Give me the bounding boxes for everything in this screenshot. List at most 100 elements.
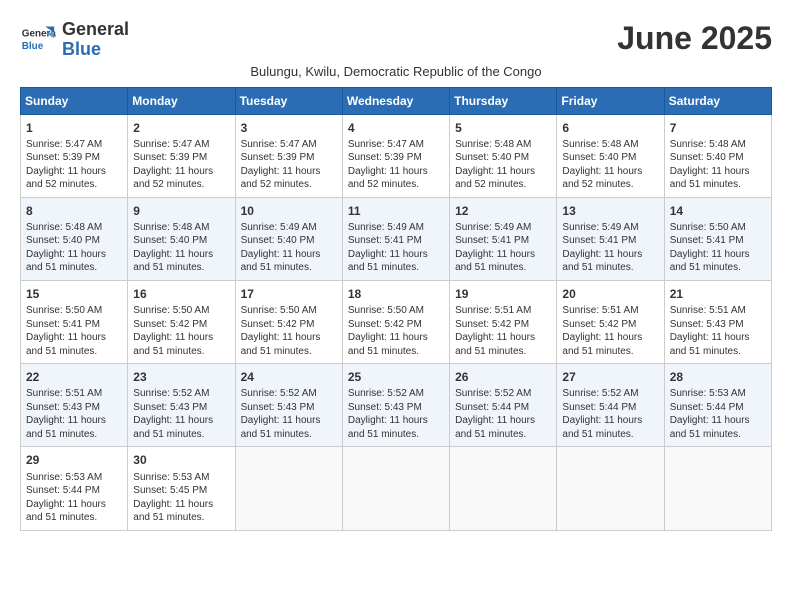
header-row: Sunday Monday Tuesday Wednesday Thursday… bbox=[21, 87, 772, 114]
day-number: 24 bbox=[241, 369, 337, 385]
empty-cell bbox=[235, 447, 342, 530]
day-cell: 25 Sunrise: 5:52 AMSunset: 5:43 PMDaylig… bbox=[342, 364, 449, 447]
day-cell: 7 Sunrise: 5:48 AMSunset: 5:40 PMDayligh… bbox=[664, 114, 771, 197]
day-info: Sunrise: 5:51 AMSunset: 5:43 PMDaylight:… bbox=[26, 387, 122, 441]
logo-general: General bbox=[62, 19, 129, 39]
table-row: 29 Sunrise: 5:53 AMSunset: 5:44 PMDaylig… bbox=[21, 447, 772, 530]
col-thursday: Thursday bbox=[450, 87, 557, 114]
logo-blue: Blue bbox=[62, 39, 101, 59]
day-info: Sunrise: 5:49 AMSunset: 5:41 PMDaylight:… bbox=[562, 221, 658, 275]
day-number: 27 bbox=[562, 369, 658, 385]
day-info: Sunrise: 5:53 AMSunset: 5:44 PMDaylight:… bbox=[26, 471, 122, 525]
day-info: Sunrise: 5:47 AMSunset: 5:39 PMDaylight:… bbox=[241, 138, 337, 192]
day-cell: 22 Sunrise: 5:51 AMSunset: 5:43 PMDaylig… bbox=[21, 364, 128, 447]
day-number: 8 bbox=[26, 203, 122, 219]
day-info: Sunrise: 5:49 AMSunset: 5:41 PMDaylight:… bbox=[455, 221, 551, 275]
day-info: Sunrise: 5:52 AMSunset: 5:43 PMDaylight:… bbox=[133, 387, 229, 441]
day-number: 26 bbox=[455, 369, 551, 385]
month-title: June 2025 bbox=[617, 20, 772, 57]
day-number: 14 bbox=[670, 203, 766, 219]
day-info: Sunrise: 5:52 AMSunset: 5:43 PMDaylight:… bbox=[241, 387, 337, 441]
day-info: Sunrise: 5:48 AMSunset: 5:40 PMDaylight:… bbox=[26, 221, 122, 275]
day-cell: 18 Sunrise: 5:50 AMSunset: 5:42 PMDaylig… bbox=[342, 280, 449, 363]
day-info: Sunrise: 5:47 AMSunset: 5:39 PMDaylight:… bbox=[133, 138, 229, 192]
day-info: Sunrise: 5:48 AMSunset: 5:40 PMDaylight:… bbox=[455, 138, 551, 192]
day-cell: 29 Sunrise: 5:53 AMSunset: 5:44 PMDaylig… bbox=[21, 447, 128, 530]
logo-icon: General Blue bbox=[20, 22, 56, 58]
day-info: Sunrise: 5:50 AMSunset: 5:41 PMDaylight:… bbox=[26, 304, 122, 358]
day-number: 15 bbox=[26, 286, 122, 302]
table-row: 8 Sunrise: 5:48 AMSunset: 5:40 PMDayligh… bbox=[21, 197, 772, 280]
day-cell: 17 Sunrise: 5:50 AMSunset: 5:42 PMDaylig… bbox=[235, 280, 342, 363]
day-info: Sunrise: 5:48 AMSunset: 5:40 PMDaylight:… bbox=[133, 221, 229, 275]
day-cell: 27 Sunrise: 5:52 AMSunset: 5:44 PMDaylig… bbox=[557, 364, 664, 447]
col-sunday: Sunday bbox=[21, 87, 128, 114]
day-info: Sunrise: 5:47 AMSunset: 5:39 PMDaylight:… bbox=[26, 138, 122, 192]
day-info: Sunrise: 5:49 AMSunset: 5:41 PMDaylight:… bbox=[348, 221, 444, 275]
day-info: Sunrise: 5:53 AMSunset: 5:45 PMDaylight:… bbox=[133, 471, 229, 525]
day-number: 19 bbox=[455, 286, 551, 302]
day-number: 23 bbox=[133, 369, 229, 385]
day-number: 6 bbox=[562, 120, 658, 136]
day-number: 13 bbox=[562, 203, 658, 219]
day-number: 4 bbox=[348, 120, 444, 136]
day-cell: 26 Sunrise: 5:52 AMSunset: 5:44 PMDaylig… bbox=[450, 364, 557, 447]
day-number: 10 bbox=[241, 203, 337, 219]
day-info: Sunrise: 5:47 AMSunset: 5:39 PMDaylight:… bbox=[348, 138, 444, 192]
day-cell: 28 Sunrise: 5:53 AMSunset: 5:44 PMDaylig… bbox=[664, 364, 771, 447]
col-monday: Monday bbox=[128, 87, 235, 114]
day-number: 20 bbox=[562, 286, 658, 302]
col-friday: Friday bbox=[557, 87, 664, 114]
day-number: 17 bbox=[241, 286, 337, 302]
day-cell: 24 Sunrise: 5:52 AMSunset: 5:43 PMDaylig… bbox=[235, 364, 342, 447]
day-info: Sunrise: 5:49 AMSunset: 5:40 PMDaylight:… bbox=[241, 221, 337, 275]
title-area: June 2025 bbox=[617, 20, 772, 57]
day-cell: 14 Sunrise: 5:50 AMSunset: 5:41 PMDaylig… bbox=[664, 197, 771, 280]
empty-cell bbox=[450, 447, 557, 530]
svg-text:Blue: Blue bbox=[22, 41, 44, 52]
day-number: 16 bbox=[133, 286, 229, 302]
day-info: Sunrise: 5:51 AMSunset: 5:42 PMDaylight:… bbox=[455, 304, 551, 358]
page-header: General Blue General Blue June 2025 bbox=[20, 20, 772, 60]
day-info: Sunrise: 5:50 AMSunset: 5:42 PMDaylight:… bbox=[348, 304, 444, 358]
day-number: 1 bbox=[26, 120, 122, 136]
day-cell: 15 Sunrise: 5:50 AMSunset: 5:41 PMDaylig… bbox=[21, 280, 128, 363]
logo: General Blue General Blue bbox=[20, 20, 129, 60]
day-number: 25 bbox=[348, 369, 444, 385]
day-info: Sunrise: 5:48 AMSunset: 5:40 PMDaylight:… bbox=[562, 138, 658, 192]
empty-cell bbox=[342, 447, 449, 530]
day-info: Sunrise: 5:50 AMSunset: 5:42 PMDaylight:… bbox=[133, 304, 229, 358]
col-tuesday: Tuesday bbox=[235, 87, 342, 114]
day-cell: 23 Sunrise: 5:52 AMSunset: 5:43 PMDaylig… bbox=[128, 364, 235, 447]
day-cell: 11 Sunrise: 5:49 AMSunset: 5:41 PMDaylig… bbox=[342, 197, 449, 280]
day-number: 18 bbox=[348, 286, 444, 302]
calendar-table: Sunday Monday Tuesday Wednesday Thursday… bbox=[20, 87, 772, 531]
day-cell: 16 Sunrise: 5:50 AMSunset: 5:42 PMDaylig… bbox=[128, 280, 235, 363]
day-info: Sunrise: 5:52 AMSunset: 5:44 PMDaylight:… bbox=[455, 387, 551, 441]
day-cell: 4 Sunrise: 5:47 AMSunset: 5:39 PMDayligh… bbox=[342, 114, 449, 197]
day-info: Sunrise: 5:51 AMSunset: 5:43 PMDaylight:… bbox=[670, 304, 766, 358]
day-number: 7 bbox=[670, 120, 766, 136]
day-cell: 19 Sunrise: 5:51 AMSunset: 5:42 PMDaylig… bbox=[450, 280, 557, 363]
day-number: 12 bbox=[455, 203, 551, 219]
day-cell: 1 Sunrise: 5:47 AMSunset: 5:39 PMDayligh… bbox=[21, 114, 128, 197]
day-info: Sunrise: 5:50 AMSunset: 5:42 PMDaylight:… bbox=[241, 304, 337, 358]
day-cell: 30 Sunrise: 5:53 AMSunset: 5:45 PMDaylig… bbox=[128, 447, 235, 530]
day-number: 11 bbox=[348, 203, 444, 219]
day-cell: 13 Sunrise: 5:49 AMSunset: 5:41 PMDaylig… bbox=[557, 197, 664, 280]
day-number: 29 bbox=[26, 452, 122, 468]
day-number: 9 bbox=[133, 203, 229, 219]
day-info: Sunrise: 5:48 AMSunset: 5:40 PMDaylight:… bbox=[670, 138, 766, 192]
day-cell: 2 Sunrise: 5:47 AMSunset: 5:39 PMDayligh… bbox=[128, 114, 235, 197]
day-number: 30 bbox=[133, 452, 229, 468]
day-info: Sunrise: 5:53 AMSunset: 5:44 PMDaylight:… bbox=[670, 387, 766, 441]
col-wednesday: Wednesday bbox=[342, 87, 449, 114]
day-number: 28 bbox=[670, 369, 766, 385]
day-number: 22 bbox=[26, 369, 122, 385]
day-number: 2 bbox=[133, 120, 229, 136]
day-cell: 12 Sunrise: 5:49 AMSunset: 5:41 PMDaylig… bbox=[450, 197, 557, 280]
day-number: 3 bbox=[241, 120, 337, 136]
calendar-body: 1 Sunrise: 5:47 AMSunset: 5:39 PMDayligh… bbox=[21, 114, 772, 530]
table-row: 1 Sunrise: 5:47 AMSunset: 5:39 PMDayligh… bbox=[21, 114, 772, 197]
day-cell: 6 Sunrise: 5:48 AMSunset: 5:40 PMDayligh… bbox=[557, 114, 664, 197]
